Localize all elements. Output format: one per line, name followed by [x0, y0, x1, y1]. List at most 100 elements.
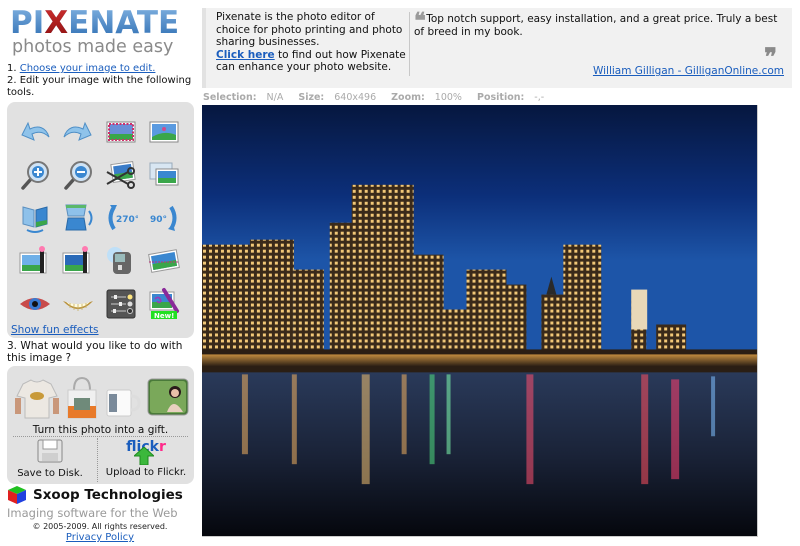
save-label: Save to Disk.: [17, 468, 83, 479]
size-value: 640x496: [334, 92, 377, 103]
pixenate-logo[interactable]: PIXENATE photos made easy: [10, 6, 190, 56]
waterfront-lights: [202, 354, 757, 367]
size-label: Size:: [298, 92, 325, 103]
upload-to-flickr-button[interactable]: flickr Upload to Flickr.: [99, 439, 193, 478]
step-2: 2. Edit your image with the following to…: [7, 75, 192, 98]
magic-wand-enhance-icon: [19, 245, 46, 273]
rotate-90-icon: 90°: [150, 205, 176, 231]
flip-vertical-button[interactable]: [56, 196, 99, 239]
redo-button[interactable]: [56, 110, 99, 153]
sxoop-brand[interactable]: Sxoop Technologies: [7, 485, 197, 505]
position-label: Position:: [477, 92, 525, 103]
crop-scissors-icon: [106, 160, 136, 189]
selection-label: Selection:: [203, 92, 257, 103]
step-3: 3. What would you like to do with this i…: [7, 340, 183, 364]
magic-wand-fill-flash-icon: [62, 245, 89, 273]
tools-panel: 270° 90° New! Show fun effects: [7, 102, 194, 338]
selection-value: N/A: [266, 92, 284, 103]
logo-pi: PI: [10, 5, 45, 41]
divider: [97, 438, 98, 482]
adjustment-sliders-icon: [106, 289, 135, 318]
logo-x: X: [44, 5, 69, 41]
fill-flash-button[interactable]: [56, 239, 99, 282]
gift-tote-bag[interactable]: [65, 376, 99, 423]
gift-options: [15, 376, 193, 423]
enhance-button[interactable]: [13, 239, 56, 282]
lamp-brightness-icon: [106, 246, 131, 274]
brightness-button[interactable]: [99, 239, 142, 282]
pitch-intro: Pixenate is the photo editor of choice f…: [216, 11, 403, 48]
adjustments-button[interactable]: [99, 282, 142, 325]
zoom-out-button[interactable]: [56, 153, 99, 196]
teeth-whiten-icon: [62, 300, 93, 311]
rotate-90-label: 90°: [150, 215, 167, 225]
flip-horizontal-icon: [22, 205, 47, 233]
step-1: 1. Choose your image to edit.: [7, 63, 155, 75]
position-value: -,-: [534, 92, 545, 103]
gift-tshirt[interactable]: [15, 376, 59, 423]
rotate-270-button[interactable]: 270°: [99, 196, 142, 239]
step-1-number: 1.: [7, 63, 20, 74]
copyright: © 2005-2009. All rights reserved.: [32, 522, 168, 531]
company-footer: Sxoop Technologies Imaging software for …: [7, 485, 197, 543]
divider: [13, 436, 188, 437]
teeth-whiten-button[interactable]: [56, 282, 99, 325]
photo-canvas[interactable]: [202, 105, 758, 537]
undo-arrow-icon: [20, 121, 49, 141]
promo-banner: Pixenate is the photo editor of choice f…: [202, 8, 792, 88]
company-name: Sxoop Technologies: [33, 487, 183, 503]
privacy-policy-link[interactable]: Privacy Policy: [66, 532, 134, 543]
flickr-logo: flickr: [99, 439, 193, 465]
clock-tower: [631, 289, 648, 330]
choose-image-link[interactable]: Choose your image to edit.: [20, 63, 156, 74]
city-skyline-photo: [202, 105, 757, 536]
zoom-in-magnifier-icon: [20, 160, 49, 190]
testimonial-author-link[interactable]: William Gilligan - GilliganOnline.com: [593, 65, 784, 77]
save-to-disk-button[interactable]: Save to Disk.: [9, 439, 91, 479]
red-eye-icon: [19, 297, 50, 310]
fix-horizon-button[interactable]: [142, 239, 185, 282]
show-fun-effects-link[interactable]: Show fun effects: [11, 324, 99, 336]
banner-divider: [409, 12, 410, 76]
flip-horizontal-button[interactable]: [13, 196, 56, 239]
zoom-value: 100%: [434, 92, 462, 103]
zoom-label: Zoom:: [391, 92, 425, 103]
select-none-image-icon: [149, 121, 178, 142]
draw-crayon-icon: New!: [149, 287, 179, 320]
zoom-out-magnifier-icon: [63, 160, 92, 190]
crop-button[interactable]: [99, 153, 142, 196]
draw-button[interactable]: New!: [142, 282, 185, 325]
tote-bag-icon: [67, 376, 97, 419]
red-eye-button[interactable]: [13, 282, 56, 325]
select-all-button[interactable]: [99, 110, 142, 153]
company-tagline: Imaging software for the Web: [7, 506, 178, 520]
flickr-label: Upload to Flickr.: [105, 467, 187, 478]
floppy-disk-icon: [37, 439, 63, 463]
gift-photo-print[interactable]: [147, 378, 193, 423]
rotate-270-label: 270°: [116, 215, 138, 225]
gift-label[interactable]: Turn this photo into a gift.: [7, 424, 194, 436]
logo-enate: ENATE: [68, 5, 180, 41]
resize-image-icon: [149, 162, 178, 185]
logo-wordmark: PIXENATE: [10, 6, 190, 40]
mug-icon: [106, 389, 141, 417]
pitch-text: Pixenate is the photo editor of choice f…: [216, 11, 408, 74]
fix-horizon-icon: [147, 248, 180, 273]
logo-tagline: photos made easy: [12, 37, 174, 57]
privacy-policy-row: Privacy Policy: [7, 532, 193, 543]
upload-arrow-icon: [134, 447, 154, 465]
select-none-button[interactable]: [142, 110, 185, 153]
rotate-90-button[interactable]: 90°: [142, 196, 185, 239]
flickr-logo-pink: r: [158, 439, 166, 455]
testimonial: ❝ Top notch support, easy installation, …: [414, 10, 788, 39]
resize-button[interactable]: [142, 153, 185, 196]
select-all-image-icon: [106, 121, 135, 142]
new-badge-label: New!: [154, 312, 174, 320]
undo-button[interactable]: [13, 110, 56, 153]
image-status-bar: Selection: N/A Size: 640x496 Zoom: 100% Pos…: [203, 92, 556, 103]
testimonial-text: Top notch support, easy installation, an…: [414, 13, 778, 38]
rotate-270-icon: 270°: [108, 204, 138, 230]
gift-mug[interactable]: [105, 384, 141, 423]
zoom-in-button[interactable]: [13, 153, 56, 196]
click-here-link[interactable]: Click here: [216, 49, 275, 61]
